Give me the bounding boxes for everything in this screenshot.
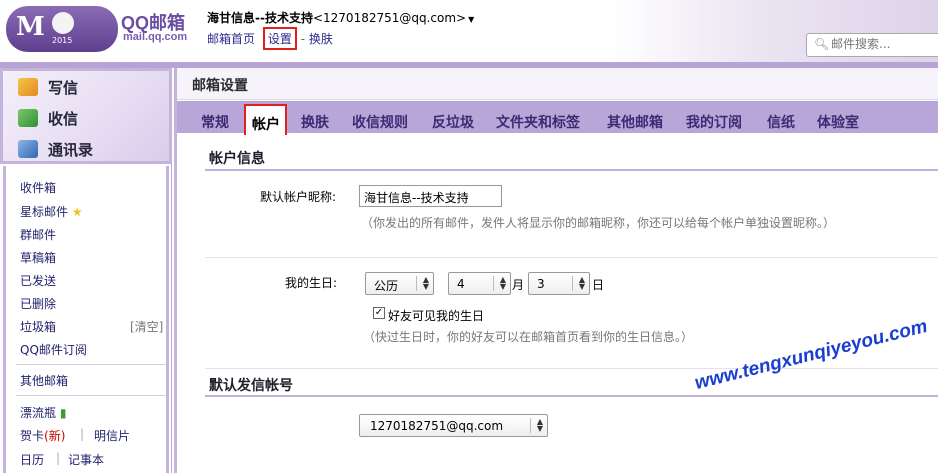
- folder-sent[interactable]: 已发送: [20, 272, 56, 289]
- folder-group[interactable]: 群邮件: [20, 226, 56, 243]
- settings-tab-bar: 常规 帐户 换肤 收信规则 反垃圾 文件夹和标签 其他邮箱 我的订阅 信纸 体验…: [177, 101, 938, 135]
- folder-subscription[interactable]: QQ邮件订阅: [20, 341, 87, 358]
- section-divider: [205, 368, 938, 369]
- nav-settings-link[interactable]: 设置: [262, 27, 297, 50]
- nav-home-link[interactable]: 邮箱首页: [207, 30, 255, 47]
- star-icon: ★: [71, 205, 83, 219]
- sidebar-divider: [16, 364, 166, 365]
- birthday-hint: （快过生日时，你的好友可以在邮箱首页看到你的生日信息。）: [363, 330, 694, 344]
- page-title: 邮箱设置: [192, 78, 248, 94]
- calendar-type-select[interactable]: 公历 ▲ ▼: [365, 272, 434, 295]
- tab-subscriptions[interactable]: 我的订阅: [686, 112, 742, 132]
- friends-see-birthday-label[interactable]: 好友可见我的生日: [388, 307, 484, 324]
- top-nav: 邮箱首页 设置 - 换肤: [207, 27, 333, 50]
- nickname-label: 默认帐户昵称:: [260, 190, 337, 204]
- drift-bottle-link[interactable]: 漂流瓶 ▮: [20, 404, 66, 421]
- contacts-label: 通讯录: [48, 140, 94, 159]
- calendar-type-value: 公历: [374, 279, 399, 293]
- section-account-info: 帐户信息: [209, 151, 265, 167]
- account-switcher[interactable]: 海甘信息--技术支持<1270182751@qq.com> ▼: [207, 9, 474, 26]
- tab-skin[interactable]: 换肤: [301, 112, 329, 132]
- caret-down-icon: ▼: [468, 15, 475, 24]
- receive-button[interactable]: 收信: [18, 105, 78, 131]
- folder-inbox[interactable]: 收件箱: [20, 179, 56, 196]
- sidebar-quick-actions: 写信 收信 通讯录: [0, 68, 172, 164]
- spam-clear-link[interactable]: [清空]: [130, 318, 163, 335]
- calendar-link[interactable]: 日历: [20, 451, 44, 468]
- compose-label: 写信: [48, 78, 79, 97]
- top-header: M 2015 QQ邮箱 mail.qq.com 海甘信息--技术支持<12701…: [0, 0, 938, 62]
- greeting-card-link[interactable]: 贺卡(新): [20, 427, 65, 444]
- birth-day-select[interactable]: 3 ▲ ▼: [528, 272, 590, 295]
- settings-title-bar: 邮箱设置: [177, 68, 938, 100]
- tab-account[interactable]: 帐户: [244, 104, 287, 135]
- mail-search-box[interactable]: 🔍︎: [806, 33, 938, 57]
- compose-button[interactable]: 写信: [18, 74, 78, 100]
- logo-letter-m: M: [16, 12, 45, 42]
- month-unit: 月: [512, 278, 525, 292]
- link-separator: |: [56, 451, 61, 465]
- account-email: <1270182751@qq.com>: [312, 11, 467, 25]
- nickname-field[interactable]: 海甘信息--技术支持: [359, 185, 502, 207]
- tab-lab[interactable]: 体验室: [817, 112, 859, 132]
- folder-deleted[interactable]: 已删除: [20, 295, 56, 312]
- friends-see-birthday-checkbox[interactable]: ✓: [373, 307, 385, 319]
- tab-stationery[interactable]: 信纸: [767, 112, 795, 132]
- default-sender-select[interactable]: 1270182751@qq.com ▲ ▼: [359, 414, 548, 437]
- select-arrows-icon: ▲ ▼: [499, 275, 506, 291]
- select-arrows-icon: ▲ ▼: [422, 275, 429, 291]
- inbox-download-icon: [18, 109, 38, 127]
- select-arrows-icon: ▲ ▼: [578, 275, 585, 291]
- bottle-icon: ▮: [59, 406, 67, 420]
- birth-day-value: 3: [537, 277, 545, 291]
- folder-starred-label: 星标邮件: [20, 205, 69, 219]
- folder-starred[interactable]: 星标邮件 ★: [20, 203, 83, 220]
- logo-year: 2015: [52, 36, 73, 45]
- folder-other-mailboxes[interactable]: 其他邮箱: [20, 372, 68, 389]
- folder-list: 收件箱 星标邮件 ★ 群邮件 草稿箱 已发送 已删除 垃圾箱 [清空] QQ邮件…: [3, 166, 169, 473]
- nav-skin-link[interactable]: 换肤: [309, 30, 333, 47]
- select-arrows-icon: ▲ ▼: [536, 417, 543, 433]
- section-rule: [205, 395, 938, 397]
- contacts-button[interactable]: 通讯录: [18, 136, 93, 162]
- section-divider: [205, 257, 938, 258]
- default-sender-value: 1270182751@qq.com: [370, 419, 504, 433]
- section-rule: [205, 169, 938, 171]
- sidebar-divider: [16, 395, 166, 396]
- account-name: 海甘信息--技术支持: [207, 11, 313, 25]
- tab-general[interactable]: 常规: [201, 112, 229, 132]
- account-settings-content: 帐户信息 默认帐户昵称: 海甘信息--技术支持 （你发出的所有邮件，发件人将显示…: [205, 138, 938, 473]
- section-default-sender: 默认发信帐号: [209, 378, 293, 394]
- address-book-icon: [18, 140, 38, 158]
- birth-month-select[interactable]: 4 ▲ ▼: [448, 272, 511, 295]
- day-unit: 日: [592, 278, 605, 292]
- sheep-icon: [52, 12, 74, 34]
- new-badge: (新): [44, 429, 66, 443]
- nav-separator: -: [300, 32, 306, 46]
- tab-antispam[interactable]: 反垃圾: [432, 112, 474, 132]
- settings-panel: 邮箱设置 常规 帐户 换肤 收信规则 反垃圾 文件夹和标签 其他邮箱 我的订阅 …: [174, 68, 938, 473]
- sidebar: 写信 收信 通讯录 收件箱 星标邮件 ★ 群邮件 草稿箱 已发送 已删除 垃圾箱…: [0, 68, 172, 473]
- postcard-link[interactable]: 明信片: [94, 427, 130, 444]
- search-input[interactable]: [831, 37, 931, 51]
- tab-other-mailboxes[interactable]: 其他邮箱: [607, 112, 663, 132]
- notes-link[interactable]: 记事本: [68, 451, 104, 468]
- tab-account-label: 帐户: [252, 117, 280, 133]
- folder-spam[interactable]: 垃圾箱: [20, 318, 56, 335]
- tab-folders-labels[interactable]: 文件夹和标签: [496, 112, 580, 132]
- tab-rules[interactable]: 收信规则: [352, 112, 408, 132]
- nickname-hint: （你发出的所有邮件，发件人将显示你的邮箱昵称，你还可以给每个帐户单独设置昵称。）: [361, 216, 836, 230]
- link-separator: |: [80, 427, 85, 441]
- brand-url: mail.qq.com: [123, 31, 188, 43]
- pencil-icon: [18, 78, 38, 96]
- folder-drafts[interactable]: 草稿箱: [20, 249, 56, 266]
- birth-month-value: 4: [457, 277, 465, 291]
- receive-label: 收信: [48, 109, 79, 128]
- qq-mail-logo[interactable]: M 2015: [6, 6, 118, 52]
- drift-bottle-label: 漂流瓶: [20, 406, 57, 420]
- greeting-card-label: 贺卡: [20, 429, 45, 443]
- birthday-label: 我的生日:: [285, 276, 338, 290]
- search-icon: 🔍︎: [814, 37, 830, 51]
